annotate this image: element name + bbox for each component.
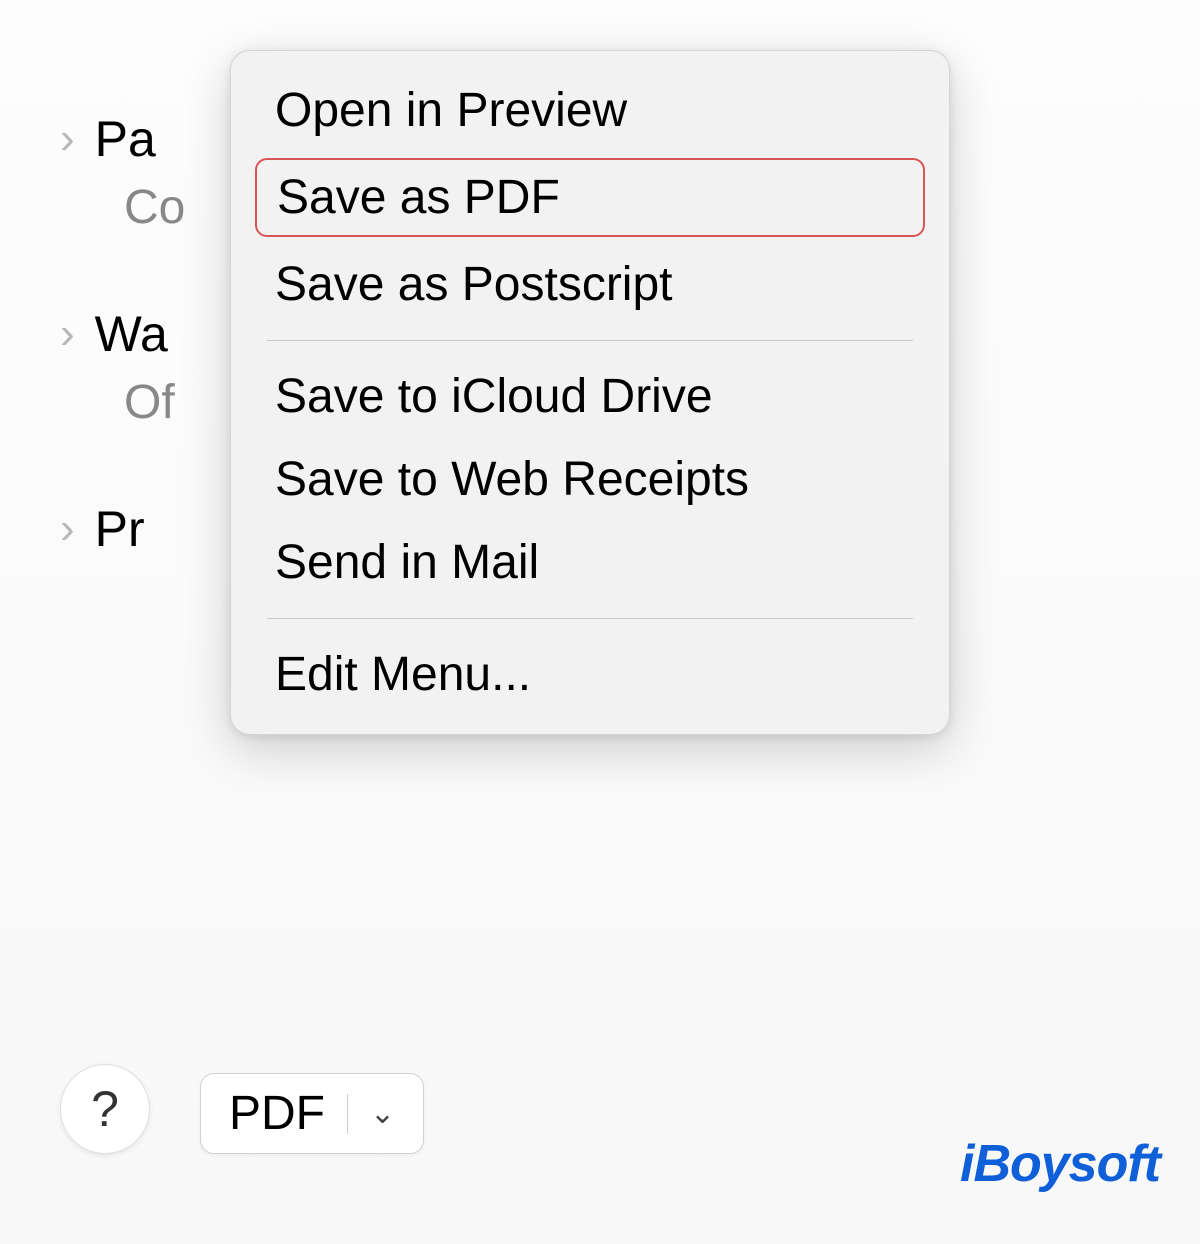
chevron-right-icon: › — [60, 117, 75, 161]
pdf-button-label: PDF — [229, 1086, 325, 1141]
menu-item-send-mail[interactable]: Send in Mail — [231, 521, 949, 604]
help-icon: ? — [91, 1080, 119, 1138]
menu-separator — [267, 340, 913, 341]
menu-item-save-as-pdf[interactable]: Save as PDF — [255, 158, 925, 237]
chevron-right-icon: › — [60, 312, 75, 356]
menu-item-edit-menu[interactable]: Edit Menu... — [231, 633, 949, 716]
menu-item-save-icloud[interactable]: Save to iCloud Drive — [231, 355, 949, 438]
menu-item-open-preview[interactable]: Open in Preview — [231, 69, 949, 152]
watermark-text: iBoysoft — [960, 1135, 1160, 1193]
menu-item-save-web-receipts[interactable]: Save to Web Receipts — [231, 438, 949, 521]
button-divider — [347, 1094, 348, 1134]
section-label: Pa — [95, 110, 156, 168]
menu-separator — [267, 618, 913, 619]
section-label: Wa — [95, 305, 168, 363]
chevron-down-icon: ⌄ — [370, 1096, 395, 1131]
section-label: Pr — [95, 500, 145, 558]
watermark-logo: iBoysoft — [960, 1134, 1160, 1194]
menu-item-save-as-postscript[interactable]: Save as Postscript — [231, 243, 949, 326]
pdf-dropdown-button[interactable]: PDF ⌄ — [200, 1073, 424, 1154]
help-button[interactable]: ? — [60, 1064, 150, 1154]
pdf-dropdown-menu: Open in Preview Save as PDF Save as Post… — [230, 50, 950, 735]
chevron-right-icon: › — [60, 507, 75, 551]
